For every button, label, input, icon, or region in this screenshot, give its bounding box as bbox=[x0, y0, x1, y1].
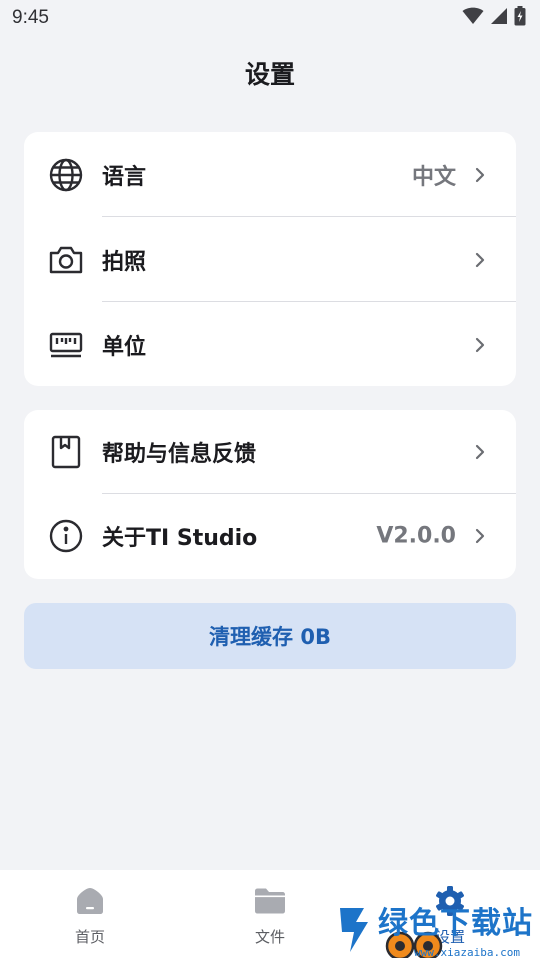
nav-label: 文件 bbox=[254, 928, 285, 946]
row-label: 单位 bbox=[102, 334, 147, 360]
cell-signal-icon bbox=[490, 7, 508, 29]
nav-label: 设置 bbox=[434, 928, 465, 946]
chevron-right-icon bbox=[472, 165, 488, 185]
status-bar: 9:45 bbox=[0, 0, 540, 36]
settings-row-camera[interactable]: 拍照 bbox=[24, 217, 516, 302]
gear-icon bbox=[433, 884, 467, 918]
nav-item-home[interactable]: 首页 bbox=[0, 870, 180, 960]
settings-row-about[interactable]: 关于TI Studio V2.0.0 bbox=[24, 494, 516, 578]
battery-icon bbox=[514, 6, 526, 30]
camera-icon bbox=[48, 242, 84, 278]
settings-row-help-feedback[interactable]: 帮助与信息反馈 bbox=[24, 410, 516, 494]
settings-row-language[interactable]: 语言 中文 bbox=[24, 132, 516, 217]
chevron-right-icon bbox=[472, 442, 488, 462]
info-icon bbox=[48, 518, 84, 554]
chevron-right-icon bbox=[472, 335, 488, 355]
row-value: V2.0.0 bbox=[376, 523, 456, 549]
bottom-nav: 首页 文件 设置 bbox=[0, 870, 540, 960]
row-label: 帮助与信息反馈 bbox=[102, 442, 257, 467]
status-icons bbox=[462, 6, 526, 30]
ruler-icon bbox=[48, 327, 84, 363]
settings-row-units[interactable]: 单位 bbox=[24, 302, 516, 386]
bookmark-icon bbox=[48, 434, 84, 470]
row-label: 拍照 bbox=[102, 249, 147, 275]
settings-card-about: 帮助与信息反馈 关于TI Studio V2.0.0 bbox=[24, 410, 516, 579]
row-label: 语言 bbox=[102, 164, 147, 190]
nav-item-settings[interactable]: 设置 bbox=[360, 870, 540, 960]
globe-icon bbox=[48, 157, 84, 193]
folder-icon bbox=[253, 884, 287, 918]
nav-item-files[interactable]: 文件 bbox=[180, 870, 360, 960]
status-time: 9:45 bbox=[12, 7, 49, 28]
chevron-right-icon bbox=[472, 526, 488, 546]
wifi-icon bbox=[462, 7, 484, 29]
clear-cache-button[interactable]: 清理缓存 0B bbox=[24, 603, 516, 669]
home-icon bbox=[73, 884, 107, 918]
page-title: 设置 bbox=[244, 60, 295, 89]
nav-label: 首页 bbox=[74, 928, 105, 946]
settings-card-general: 语言 中文 拍照 单位 bbox=[24, 132, 516, 386]
chevron-right-icon bbox=[472, 250, 488, 270]
row-value: 中文 bbox=[411, 164, 456, 190]
row-label: 关于TI Studio bbox=[102, 526, 258, 551]
